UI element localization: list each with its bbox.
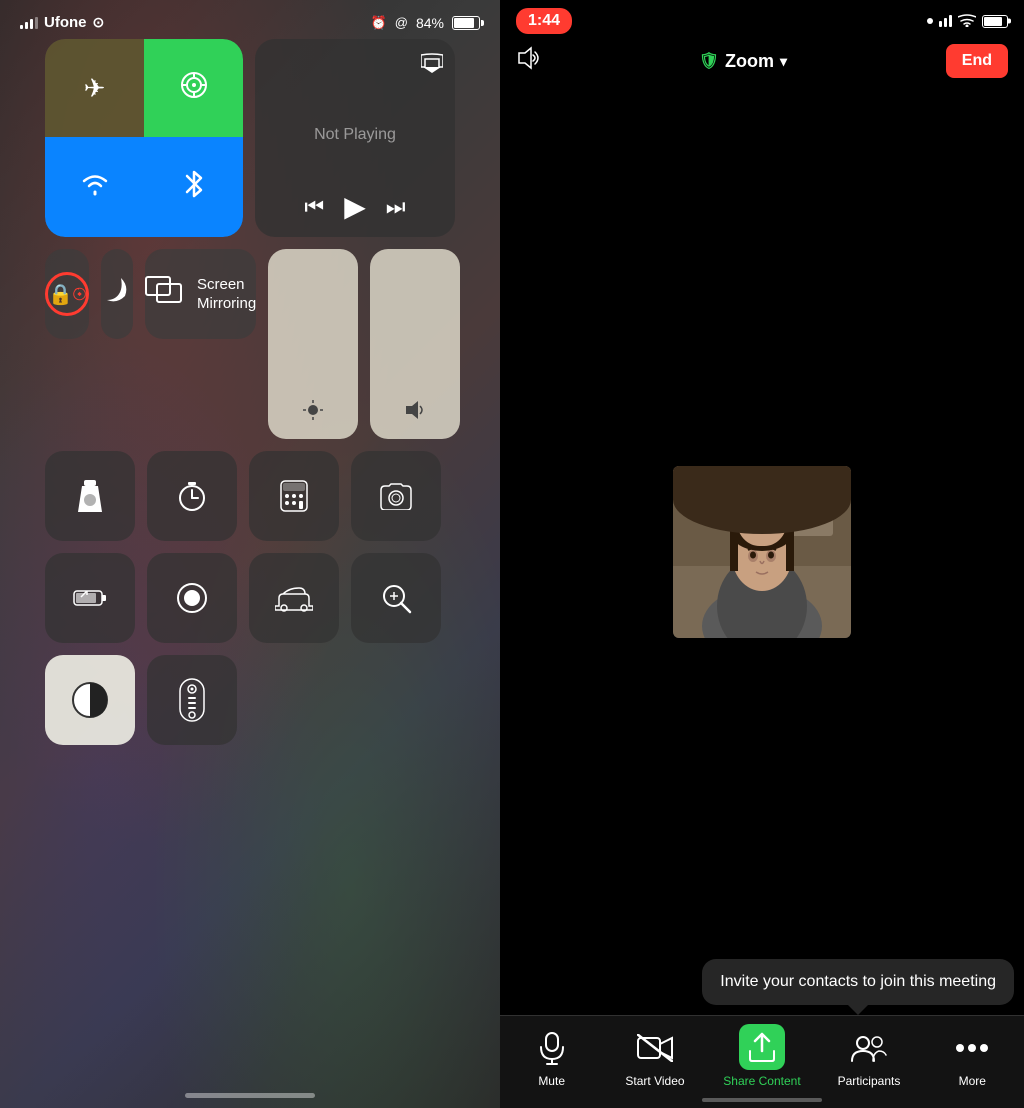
home-indicator-right <box>702 1098 822 1102</box>
screen-mirroring-button[interactable]: Screen Mirroring <box>145 249 256 339</box>
carrier-info: Ufone ⊙ <box>20 14 104 31</box>
apple-tv-remote-button[interactable] <box>147 655 237 745</box>
battery-fill <box>454 18 474 28</box>
magnifier-button[interactable] <box>351 553 441 643</box>
moon-icon <box>101 274 133 314</box>
do-not-disturb-button[interactable] <box>101 249 133 339</box>
zoom-time: 1:44 <box>516 8 572 34</box>
screen-lock-button[interactable] <box>45 249 89 339</box>
volume-icon <box>404 399 426 427</box>
carrier-name: Ufone <box>44 14 87 31</box>
ios-control-center: Ufone ⊙ ⏰ @ 84% ✈ <box>0 0 500 1108</box>
bluetooth-button[interactable] <box>144 137 243 237</box>
volume-slider[interactable] <box>370 249 460 439</box>
more-label: More <box>959 1074 986 1088</box>
carplay-button[interactable] <box>249 553 339 643</box>
battery-right-icon <box>982 15 1008 28</box>
timer-button[interactable] <box>147 451 237 541</box>
home-indicator <box>185 1093 315 1098</box>
cellular-button[interactable] <box>144 39 243 137</box>
last-row <box>45 655 455 745</box>
status-bar-left: Ufone ⊙ ⏰ @ 84% <box>0 0 500 39</box>
secure-shield-icon: 🛡 <box>699 51 719 71</box>
audio-button[interactable] <box>516 46 540 76</box>
calculator-button[interactable] <box>249 451 339 541</box>
invite-tooltip: Invite your contacts to join this meetin… <box>702 959 1014 1005</box>
participant-photo <box>673 466 851 638</box>
small-dot-icon <box>927 18 933 24</box>
lock-rotation-icon <box>45 272 89 316</box>
wifi-toggle-button[interactable] <box>45 137 144 237</box>
more-button[interactable]: More <box>937 1026 1007 1088</box>
meeting-name[interactable]: 🛡 Zoom ▾ <box>699 51 787 72</box>
second-row: Screen Mirroring <box>45 249 455 439</box>
zoom-bottom-toolbar: Mute Start Video Share Con <box>500 1015 1024 1108</box>
signal-bars-icon <box>20 17 38 29</box>
now-playing-label: Not Playing <box>314 126 396 144</box>
fast-forward-button[interactable]: ⏭ <box>386 194 406 220</box>
battery-icon <box>452 16 480 30</box>
media-player: Not Playing ⏮ ▶ ⏭ <box>255 39 455 237</box>
utility-row-2 <box>45 553 455 643</box>
end-meeting-button[interactable]: End <box>946 44 1008 78</box>
utility-row-1 <box>45 451 455 541</box>
top-row: ✈ <box>45 39 455 237</box>
rewind-button[interactable]: ⏮ <box>304 194 324 220</box>
airplay-icon[interactable] <box>421 53 443 79</box>
sliders <box>268 249 460 439</box>
bluetooth-icon <box>181 168 207 207</box>
participants-button[interactable]: Participants <box>834 1026 904 1088</box>
play-button[interactable]: ▶ <box>344 190 366 223</box>
zoom-meeting-screen: 1:44 <box>500 0 1024 1108</box>
video-area: Invite your contacts to join this meetin… <box>500 88 1024 1015</box>
cellular-icon <box>179 70 209 107</box>
screen-mirror-icon <box>145 276 185 313</box>
battery-status-button[interactable] <box>45 553 135 643</box>
mute-button[interactable]: Mute <box>517 1026 587 1088</box>
flashlight-button[interactable] <box>45 451 135 541</box>
participants-label: Participants <box>838 1074 901 1088</box>
screen-record-button[interactable] <box>147 553 237 643</box>
zoom-status-icons <box>927 13 1008 30</box>
at-symbol: @ <box>395 15 408 30</box>
mute-label: Mute <box>538 1074 565 1088</box>
share-content-button[interactable]: Share Content <box>723 1024 800 1088</box>
share-content-label: Share Content <box>723 1074 800 1088</box>
zoom-top-toolbar: 🛡 Zoom ▾ End <box>500 38 1024 88</box>
screen-mirror-label: Screen Mirroring <box>197 275 256 314</box>
dark-mode-button[interactable] <box>45 655 135 745</box>
connectivity-grid: ✈ <box>45 39 243 237</box>
airplane-mode-button[interactable]: ✈ <box>45 39 144 137</box>
signal-bars-right-icon <box>939 15 952 27</box>
media-top <box>267 53 443 79</box>
wifi-toggle-icon <box>79 170 111 205</box>
wifi-right-icon <box>958 13 976 30</box>
participant-video <box>673 466 851 638</box>
brightness-slider[interactable] <box>268 249 358 439</box>
battery-percent: 84% <box>416 15 444 31</box>
battery-info: ⏰ @ 84% <box>371 15 480 31</box>
start-video-button[interactable]: Start Video <box>620 1026 690 1088</box>
zoom-status-bar: 1:44 <box>500 0 1024 38</box>
camera-button[interactable] <box>351 451 441 541</box>
start-video-label: Start Video <box>625 1074 684 1088</box>
media-controls: ⏮ ▶ ⏭ <box>304 190 405 223</box>
brightness-icon <box>302 399 324 427</box>
airplane-icon: ✈ <box>84 73 106 104</box>
chevron-down-icon: ▾ <box>780 53 787 70</box>
control-center-grid: ✈ <box>35 39 465 765</box>
wifi-icon: ⊙ <box>93 14 105 31</box>
alarm-icon: ⏰ <box>371 15 387 31</box>
